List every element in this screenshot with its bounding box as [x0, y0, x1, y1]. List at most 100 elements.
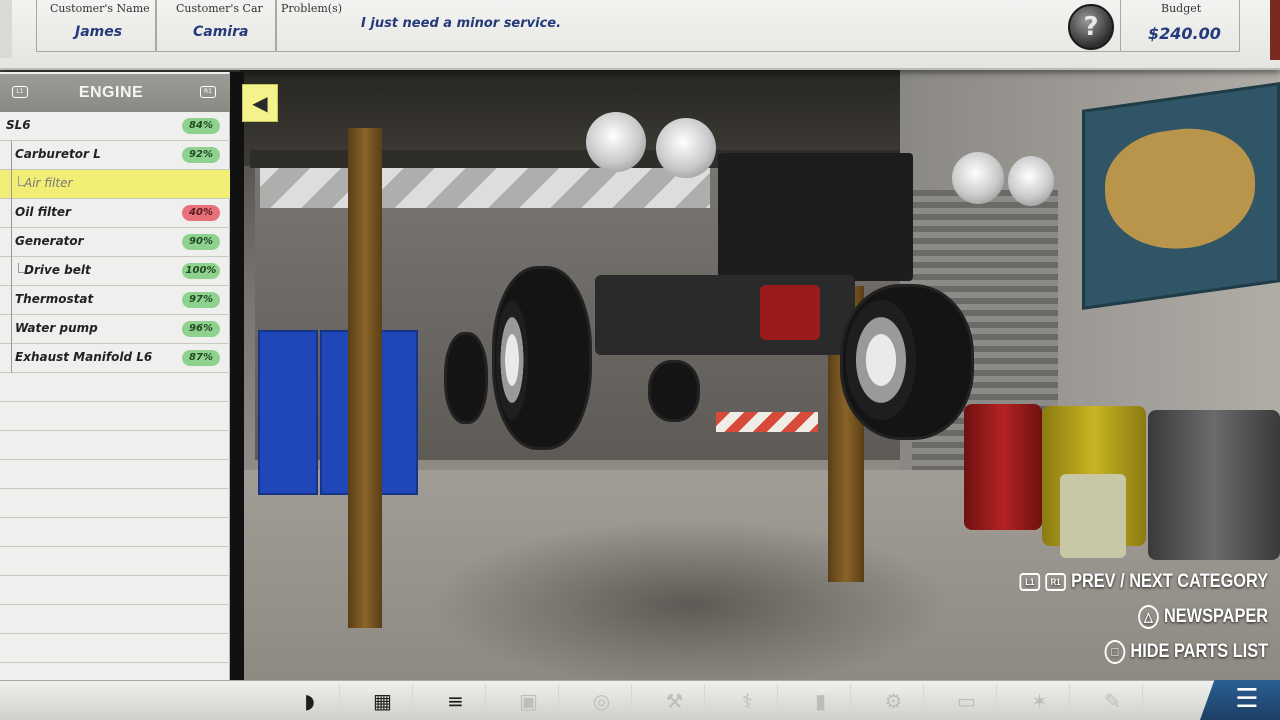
- problem-cell: Problem(s) I just need a minor service.: [276, 0, 1120, 52]
- budget-cell: Budget $240.00: [1120, 0, 1240, 52]
- question-mark-icon[interactable]: ?: [1068, 4, 1114, 50]
- card-edge: [1270, 0, 1280, 60]
- tree-connector: [11, 315, 12, 344]
- tree-connector: [11, 141, 12, 170]
- part-row[interactable]: Air filter: [0, 170, 230, 199]
- tire-icon[interactable]: ◎: [572, 684, 632, 718]
- budget-label: Budget: [1161, 2, 1202, 15]
- striped-barrier: [716, 412, 818, 432]
- empty-row: [0, 576, 230, 605]
- empty-row: [0, 634, 230, 663]
- wall-lamp: [1008, 156, 1054, 206]
- part-name: Exhaust Manifold L6: [15, 350, 153, 364]
- part-row[interactable]: Exhaust Manifold L6 87%: [0, 344, 230, 373]
- customer-job-card: Customer's Name James Customer's Car Cam…: [0, 0, 1280, 70]
- floor-oil-stain: [430, 520, 950, 690]
- parts-order-icon[interactable]: ≡: [426, 684, 486, 718]
- thermometer-icon[interactable]: ⚕: [718, 684, 778, 718]
- newspaper-hint[interactable]: △ NEWSPAPER: [1138, 604, 1268, 630]
- wheel-rim: [496, 300, 528, 420]
- spray-icon[interactable]: ✶: [1010, 684, 1070, 718]
- l1-button-icon: L1: [1019, 573, 1041, 591]
- part-row[interactable]: Thermostat 97%: [0, 286, 230, 315]
- problem-text: I just need a minor service.: [361, 16, 562, 31]
- oil-can-icon[interactable]: ▮: [791, 684, 851, 718]
- condition-badge: 90%: [182, 234, 220, 250]
- parts-list-paper: L1 ENGINE R1 SL6 84% Carburetor L 92% Air fi…: [0, 72, 230, 690]
- tree-connector: [11, 170, 12, 199]
- newspaper-label: NEWSPAPER: [1163, 606, 1268, 627]
- tree-connector: [11, 344, 12, 373]
- car-tire: [648, 360, 700, 422]
- part-row[interactable]: Drive belt 100%: [0, 257, 230, 286]
- wrench-icon[interactable]: ⚙: [864, 684, 924, 718]
- tool-icon[interactable]: ⚒: [645, 684, 705, 718]
- triangle-left-icon[interactable]: ◀: [242, 84, 278, 122]
- wall-lamp: [952, 152, 1004, 204]
- part-row[interactable]: Carburetor L 92%: [0, 141, 230, 170]
- hide-parts-list-label: HIDE PARTS LIST: [1130, 641, 1268, 662]
- square-button-icon: □: [1104, 640, 1126, 664]
- customer-name: James: [75, 24, 123, 40]
- part-row[interactable]: SL6 84%: [0, 112, 230, 141]
- card-tab: [0, 0, 12, 58]
- part-name: Carburetor L: [15, 147, 101, 161]
- ceiling-lamp: [656, 118, 716, 178]
- empty-row: [0, 373, 230, 402]
- empty-row: [0, 402, 230, 431]
- australia-map-poster: [1082, 82, 1280, 310]
- part-name: Air filter: [24, 176, 73, 190]
- paint-icon[interactable]: ✎: [1083, 684, 1143, 718]
- blue-locker: [258, 330, 318, 495]
- part-name: Drive belt: [24, 263, 91, 277]
- tree-connector: [11, 257, 12, 286]
- car-manual-icon[interactable]: ▦: [353, 684, 413, 718]
- part-row[interactable]: Generator 90%: [0, 228, 230, 257]
- ceiling-lamp: [586, 112, 646, 172]
- empty-row: [0, 460, 230, 489]
- empty-row: [0, 489, 230, 518]
- prev-next-category-label: PREV / NEXT CATEGORY: [1070, 571, 1268, 592]
- empty-row: [0, 547, 230, 576]
- part-name: Generator: [15, 234, 84, 248]
- tree-connector: [11, 228, 12, 257]
- jerry-can-icon[interactable]: ▣: [499, 684, 559, 718]
- r1-button-icon[interactable]: R1: [200, 86, 216, 98]
- part-row[interactable]: Oil filter 40%: [0, 199, 230, 228]
- hide-parts-list-hint[interactable]: □ HIDE PARTS LIST: [1104, 639, 1268, 665]
- tree-connector: [11, 286, 12, 315]
- car-radiator: [718, 153, 913, 281]
- customer-car-cell: Customer's Car Camira: [156, 0, 276, 52]
- customer-name-label: Customer's Name: [50, 2, 150, 15]
- category-title: ENGINE: [78, 84, 144, 101]
- wheel-rim: [846, 300, 916, 420]
- condition-badge: 97%: [182, 292, 220, 308]
- part-name: SL6: [6, 118, 31, 132]
- parts-list-panel: L1 ENGINE R1 SL6 84% Carburetor L 92% Air fi…: [0, 72, 244, 692]
- condition-badge: 92%: [182, 147, 220, 163]
- blue-locker: [380, 330, 418, 495]
- problem-label: Problem(s): [281, 2, 343, 15]
- part-name: Water pump: [15, 321, 98, 335]
- prev-next-category-hint[interactable]: L1 R1 PREV / NEXT CATEGORY: [1019, 569, 1268, 595]
- lift-post: [348, 128, 382, 628]
- car-engine: [760, 285, 820, 340]
- part-name: Thermostat: [15, 292, 94, 306]
- tree-connector: [11, 199, 12, 228]
- condition-badge: 96%: [182, 321, 220, 337]
- budget-amount: $240.00: [1148, 24, 1221, 43]
- bottom-toolbar: ◗ ▦ ≡ ▣ ◎ ⚒ ⚕ ▮ ⚙ ▭ ✶ ✎: [0, 680, 1280, 720]
- triangle-button-icon: △: [1138, 605, 1159, 629]
- car-tire: [444, 332, 488, 424]
- grey-oil-barrel: [1148, 410, 1280, 560]
- customer-name-cell: Customer's Name James: [36, 0, 156, 52]
- jerry-can: [1060, 474, 1126, 558]
- condition-badge: 87%: [182, 350, 220, 366]
- battery-icon[interactable]: ▭: [937, 684, 997, 718]
- condition-badge: 100%: [182, 263, 220, 279]
- headlight-icon[interactable]: ◗: [280, 684, 340, 718]
- customer-car: Camira: [193, 24, 249, 40]
- empty-row: [0, 605, 230, 634]
- part-row[interactable]: Water pump 96%: [0, 315, 230, 344]
- empty-row: [0, 518, 230, 547]
